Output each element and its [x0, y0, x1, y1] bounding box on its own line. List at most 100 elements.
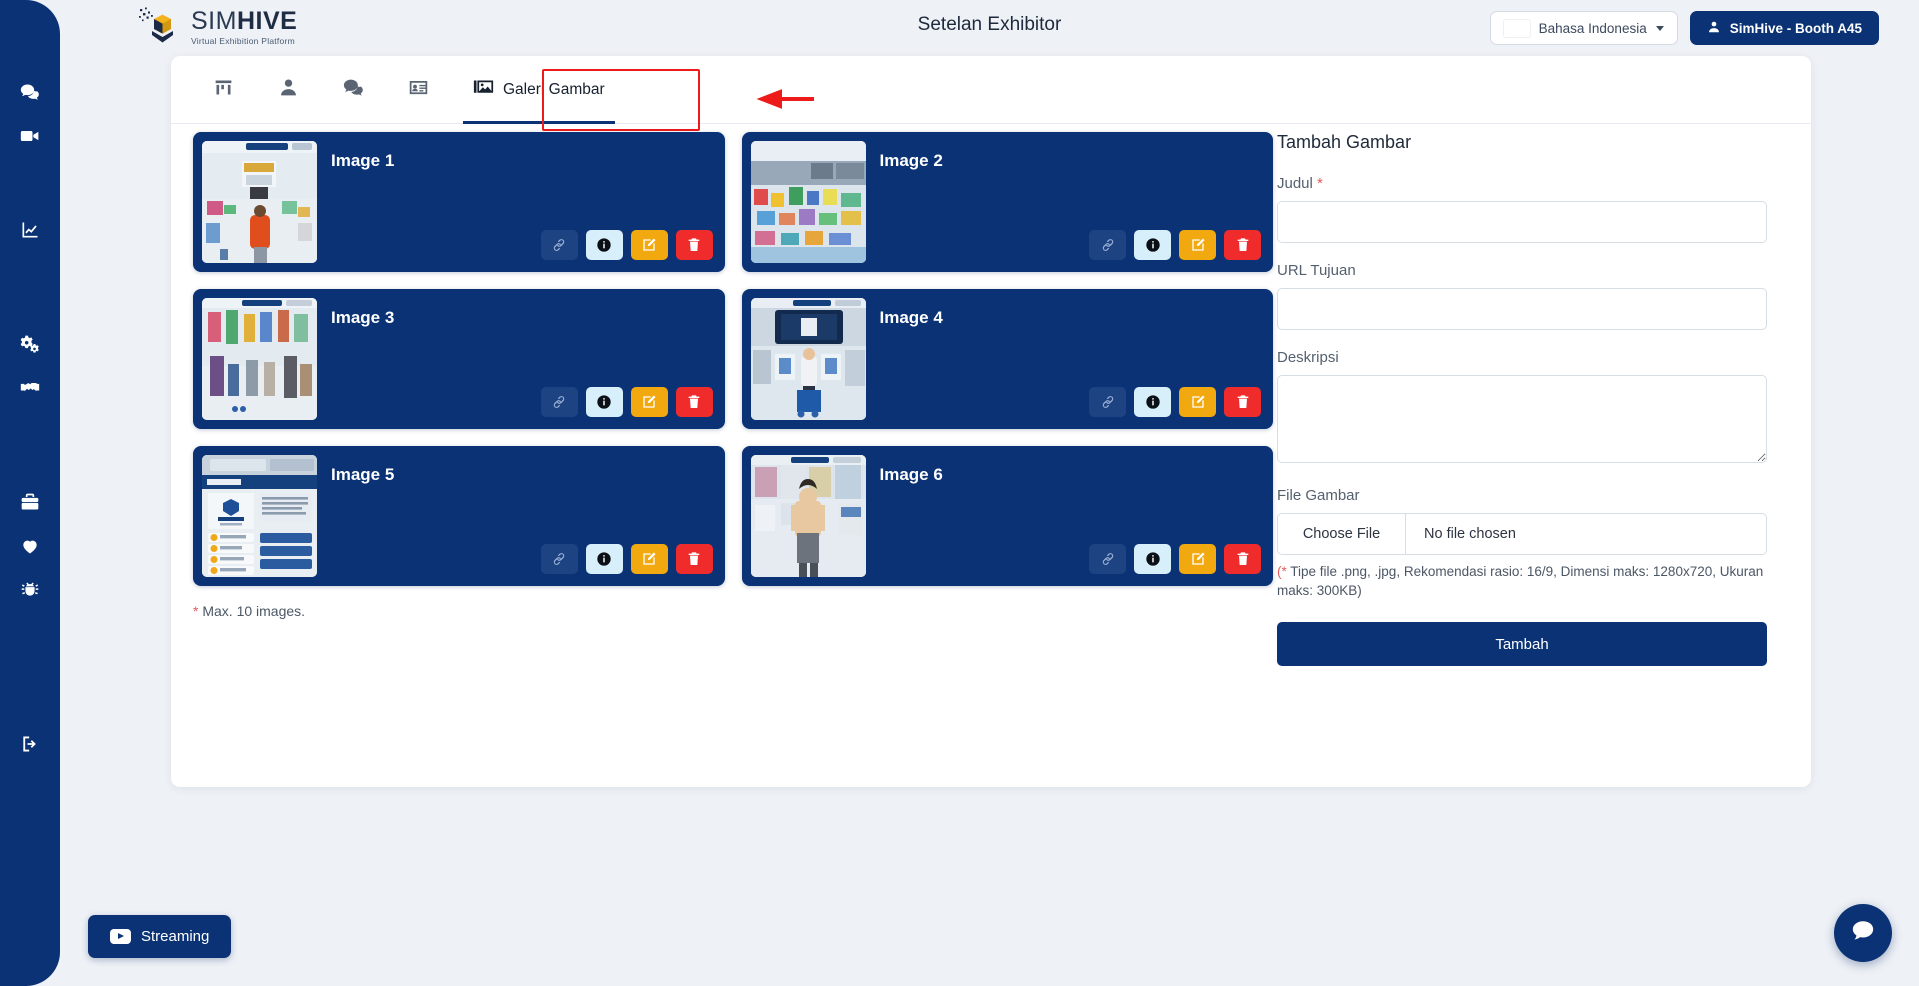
form-heading: Tambah Gambar [1277, 132, 1412, 152]
gallery-card-actions [1089, 387, 1261, 417]
sidebar-item-analytics[interactable] [0, 208, 60, 252]
gallery-card[interactable]: Image 2 [741, 132, 1273, 272]
tab-booth[interactable] [191, 56, 256, 124]
gallery-card-actions [540, 230, 713, 260]
tab-label: Galeri Gambar [503, 80, 605, 98]
gallery-thumbnail[interactable] [202, 455, 317, 577]
logout-icon [20, 734, 40, 754]
info-icon[interactable] [585, 230, 623, 260]
info-icon[interactable] [585, 387, 623, 417]
edit-icon[interactable] [1179, 230, 1216, 260]
sidebar-item-video[interactable] [0, 114, 60, 158]
handshake-icon [20, 378, 40, 398]
streaming-button[interactable]: Streaming [88, 915, 232, 958]
gallery-card-title: Image 6 [879, 465, 943, 484]
edit-icon[interactable] [630, 230, 668, 260]
gears-icon [20, 334, 40, 354]
sidebar-item-logout[interactable] [0, 722, 60, 766]
edit-icon[interactable] [630, 544, 668, 574]
gallery-thumbnail[interactable] [202, 298, 317, 420]
sidebar-item-report-bug[interactable] [0, 568, 60, 612]
gallery-thumbnail[interactable] [750, 455, 866, 577]
link-icon[interactable] [1089, 387, 1126, 417]
gallery-thumbnail[interactable] [750, 298, 866, 420]
submit-button[interactable]: Tambah [1277, 622, 1767, 667]
title-label: Judul * [1277, 175, 1767, 192]
sidebar-item-briefcase[interactable] [0, 480, 60, 524]
language-label: Bahasa Indonesia [1538, 20, 1647, 36]
required-star: * [1317, 175, 1323, 192]
title-label-text: Judul [1277, 175, 1318, 192]
chat-icon [343, 77, 364, 103]
bug-icon [20, 580, 40, 600]
indonesia-flag-icon [1504, 20, 1530, 37]
logo-tagline: Virtual Exhibition Platform [191, 35, 295, 46]
link-icon[interactable] [540, 387, 578, 417]
chat-fab-button[interactable] [1834, 904, 1892, 962]
trash-icon[interactable] [675, 387, 713, 417]
edit-icon[interactable] [630, 387, 668, 417]
sidebar-item-chat[interactable] [0, 70, 60, 114]
heart-icon [20, 536, 40, 556]
trash-icon[interactable] [1224, 544, 1261, 574]
tab-chat[interactable] [321, 56, 386, 124]
trash-icon[interactable] [675, 544, 713, 574]
sidebar-item-favorites[interactable] [0, 524, 60, 568]
info-icon[interactable] [1134, 544, 1171, 574]
header-actions: Bahasa Indonesia SimHive - Booth A45 [1489, 11, 1879, 45]
info-icon[interactable] [585, 544, 623, 574]
person-icon [278, 77, 299, 103]
gallery-card[interactable]: Image 6 [741, 446, 1273, 586]
choose-file-button[interactable]: Choose File [1278, 514, 1406, 554]
url-input[interactable] [1277, 288, 1767, 330]
gallery-card-title: Image 2 [879, 151, 943, 170]
id-card-icon [408, 77, 429, 103]
gallery-card[interactable]: Image 1 [193, 132, 725, 272]
gallery-card-title: Image 1 [331, 151, 395, 170]
sidebar-item-settings[interactable] [0, 322, 60, 366]
person-icon [1707, 20, 1721, 37]
link-icon[interactable] [540, 230, 578, 260]
max-images-text: Max. 10 images. [198, 603, 306, 619]
link-icon[interactable] [1089, 544, 1126, 574]
tab-profile[interactable] [256, 56, 321, 124]
file-help-text: (* Tipe file .png, .jpg, Rekomendasi ras… [1277, 562, 1767, 600]
sidebar-item-handshake[interactable] [0, 366, 60, 410]
gallery-card-title: Image 4 [879, 308, 943, 327]
annotation-arrow-icon [706, 88, 814, 110]
no-file-chosen-text: No file chosen [1424, 526, 1516, 542]
file-input-group[interactable]: Choose File No file chosen [1277, 513, 1767, 555]
add-image-form: Tambah Gambar Judul * URL Tujuan Deskrip… [1277, 132, 1767, 667]
trash-icon[interactable] [1224, 230, 1261, 260]
tab-namecard[interactable] [386, 56, 451, 124]
gallery-thumbnail[interactable] [750, 141, 866, 263]
gallery-card[interactable]: Image 4 [741, 289, 1273, 429]
edit-icon[interactable] [1179, 387, 1216, 417]
trash-icon[interactable] [1224, 387, 1261, 417]
description-textarea[interactable] [1277, 375, 1767, 463]
link-icon[interactable] [1089, 230, 1126, 260]
chevron-down-icon [1655, 25, 1664, 31]
edit-icon[interactable] [1179, 544, 1216, 574]
max-images-note: * Max. 10 images. [193, 603, 1273, 619]
gallery-card-title: Image 3 [331, 308, 395, 327]
user-account-button[interactable]: SimHive - Booth A45 [1689, 11, 1879, 45]
description-label: Deskripsi [1277, 349, 1339, 366]
link-icon[interactable] [540, 544, 578, 574]
app-root: SIMHIVE Virtual Exhibition Platform Sete… [0, 0, 1919, 986]
streaming-label: Streaming [141, 928, 210, 945]
booth-icon [213, 77, 234, 103]
chart-line-icon [20, 220, 40, 240]
gallery-card[interactable]: Image 3 [193, 289, 725, 429]
trash-icon[interactable] [675, 230, 713, 260]
tab-galeri-gambar[interactable]: Galeri Gambar [451, 56, 627, 124]
gallery-card[interactable]: Image 5 [193, 446, 725, 586]
language-selector[interactable]: Bahasa Indonesia [1489, 11, 1678, 45]
briefcase-icon [20, 492, 40, 512]
gallery-card-actions [1089, 230, 1261, 260]
title-input[interactable] [1277, 201, 1767, 243]
gallery-thumbnail[interactable] [202, 141, 317, 263]
info-icon[interactable] [1134, 230, 1171, 260]
info-icon[interactable] [1134, 387, 1171, 417]
user-label: SimHive - Booth A45 [1729, 20, 1862, 36]
